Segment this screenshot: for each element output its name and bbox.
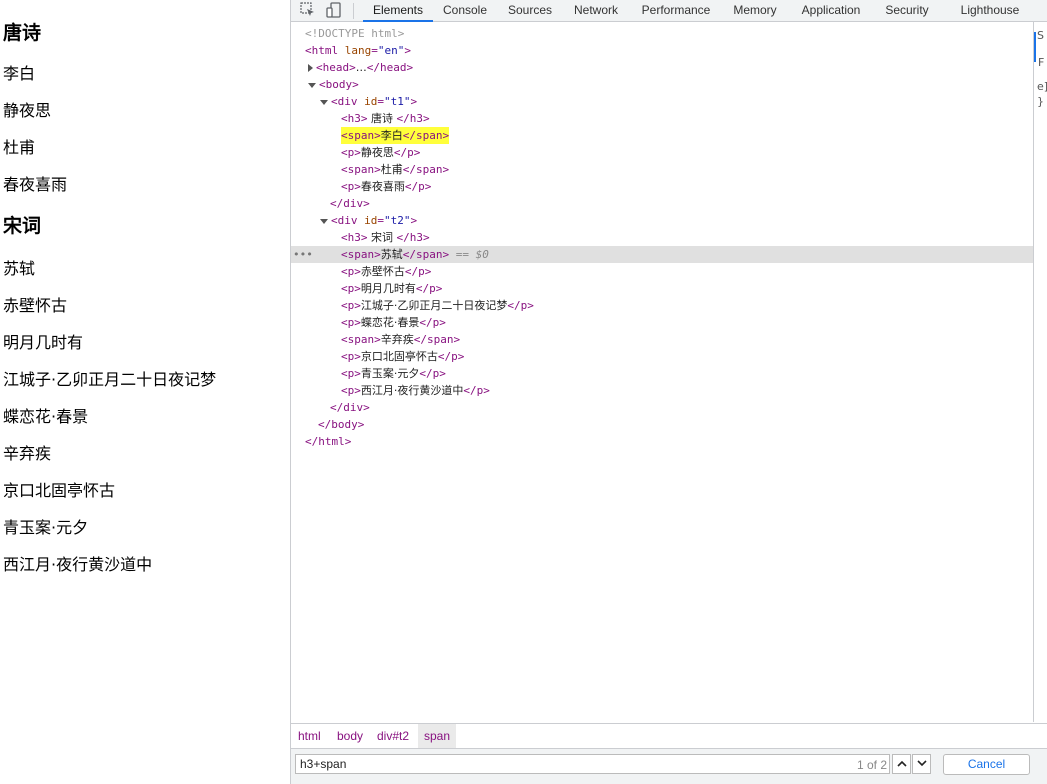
dom-node-body-close[interactable]: </body> (291, 416, 1033, 433)
section-heading-song: 宋词 (3, 215, 42, 237)
active-subtab-indicator (1034, 32, 1036, 62)
devtools-tab-bar: Elements Console Sources Network Perform… (291, 0, 1047, 22)
line-chibihuaigu: 赤壁怀古 (3, 296, 68, 315)
dom-node-div-t2[interactable]: <div id="t2"> (291, 212, 1033, 229)
breadcrumb-div-t2[interactable]: div#t2 (377, 724, 409, 748)
tab-sources[interactable]: Sources (502, 0, 558, 21)
rendered-page: 唐诗 李白 静夜思 杜甫 春夜喜雨 宋词 苏轼 赤壁怀古 明月几时有 江城子·乙… (0, 0, 290, 784)
dom-node-html-close[interactable]: </html> (291, 433, 1033, 450)
line-qingyuan: 青玉案·元夕 (3, 518, 89, 537)
chevron-down-icon (917, 760, 927, 767)
dom-node-p[interactable]: <p>蝶恋花·春景</p> (291, 314, 1033, 331)
dom-node-p[interactable]: <p>明月几时有</p> (291, 280, 1033, 297)
chevron-up-icon (897, 760, 907, 767)
cancel-button[interactable]: Cancel (943, 754, 1030, 775)
tab-network[interactable]: Network (567, 0, 625, 21)
breadcrumb-span[interactable]: span (418, 724, 457, 748)
breadcrumb: html body div#t2 span (291, 723, 1047, 748)
line-xijiangyue: 西江月·夜行黄沙道中 (3, 555, 153, 574)
tab-lighthouse[interactable]: Lighthouse (955, 0, 1025, 21)
device-toolbar-icon[interactable] (325, 1, 343, 19)
dom-node-p[interactable]: <p>青玉案·元夕</p> (291, 365, 1033, 382)
search-next-button[interactable] (912, 754, 931, 774)
expand-arrow-icon[interactable] (308, 64, 313, 72)
tab-console[interactable]: Console (436, 0, 494, 21)
collapse-arrow-icon[interactable] (308, 82, 316, 88)
dom-node-span[interactable]: <span>李白</span> (291, 127, 1033, 144)
dom-node-p[interactable]: <p>京口北固亭怀古</p> (291, 348, 1033, 365)
dom-node-span[interactable]: <span>杜甫</span> (291, 161, 1033, 178)
line-jiangchengzi: 江城子·乙卯正月二十日夜记梦 (3, 370, 217, 389)
line-jingyesi: 静夜思 (3, 101, 52, 120)
tab-performance[interactable]: Performance (637, 0, 715, 21)
dom-node-html[interactable]: <html lang="en"> (291, 42, 1033, 59)
dom-tree: <!DOCTYPE html> <html lang="en"> <head>…… (291, 25, 1033, 723)
dom-node-p[interactable]: <p>春夜喜雨</p> (291, 178, 1033, 195)
tab-memory[interactable]: Memory (727, 0, 783, 21)
dom-node-div-t1[interactable]: <div id="t1"> (291, 93, 1033, 110)
dom-node-div-t1-close[interactable]: </div> (291, 195, 1033, 212)
search-input[interactable] (295, 754, 890, 774)
line-jingkou: 京口北固亭怀古 (3, 481, 116, 500)
section-heading-tang: 唐诗 (3, 22, 42, 44)
styles-rule-close: } (1037, 95, 1044, 108)
inspect-element-icon[interactable] (299, 1, 317, 19)
tab-application[interactable]: Application (795, 0, 867, 21)
dom-node-p[interactable]: <p>赤壁怀古</p> (291, 263, 1033, 280)
collapse-arrow-icon[interactable] (320, 99, 328, 105)
line-dielianhua: 蝶恋花·春景 (3, 407, 89, 426)
dom-node-p[interactable]: <p>静夜思</p> (291, 144, 1033, 161)
tab-security[interactable]: Security (879, 0, 935, 21)
breadcrumb-body[interactable]: body (337, 724, 363, 748)
dom-node-div-t2-close[interactable]: </div> (291, 399, 1033, 416)
search-prev-button[interactable] (892, 754, 911, 774)
tab-elements[interactable]: Elements (363, 0, 433, 22)
search-match-count: 1 of 2 (857, 758, 888, 772)
toolbar-divider (353, 3, 354, 19)
styles-tab-label[interactable]: S (1037, 29, 1044, 42)
dom-node-body[interactable]: <body> (291, 76, 1033, 93)
styles-pane: S F e] } (1033, 22, 1047, 722)
line-libai: 李白 (3, 64, 36, 83)
line-mingyue: 明月几时有 (3, 333, 84, 352)
styles-filter-input[interactable]: F (1038, 56, 1044, 69)
line-xinqiji: 辛弃疾 (3, 444, 52, 463)
devtools-panel: Elements Console Sources Network Perform… (290, 0, 1047, 784)
line-chunyexiyu: 春夜喜雨 (3, 175, 68, 194)
node-actions-icon[interactable]: ••• (293, 246, 313, 263)
dom-node-span[interactable]: <span>辛弃疾</span> (291, 331, 1033, 348)
dom-node-p[interactable]: <p>西江月·夜行黄沙道中</p> (291, 382, 1033, 399)
dom-node-head[interactable]: <head>…</head> (291, 59, 1033, 76)
selected-node-marker: == $0 (455, 248, 489, 261)
breadcrumb-html[interactable]: html (298, 724, 321, 748)
dom-node-doctype[interactable]: <!DOCTYPE html> (291, 25, 1033, 42)
dom-node-span[interactable]: ••• <span>苏轼</span> == $0 (291, 246, 1033, 263)
collapse-arrow-icon[interactable] (320, 218, 328, 224)
dom-node-p[interactable]: <p>江城子·乙卯正月二十日夜记梦</p> (291, 297, 1033, 314)
dom-node-h3[interactable]: <h3> 宋词 </h3> (291, 229, 1033, 246)
dom-node-h3[interactable]: <h3> 唐诗 </h3> (291, 110, 1033, 127)
search-bar: 1 of 2 Cancel (291, 748, 1047, 784)
line-dufu: 杜甫 (3, 138, 36, 157)
styles-rule-text: e] (1037, 80, 1047, 93)
line-sushi: 苏轼 (3, 259, 36, 278)
